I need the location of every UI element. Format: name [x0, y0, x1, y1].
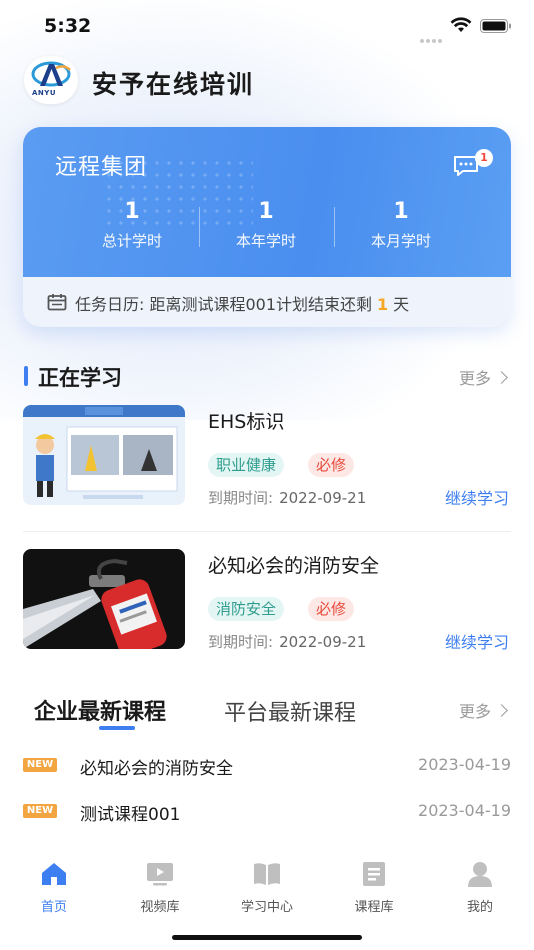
app-title: 安予在线培训: [92, 70, 255, 99]
user-icon: [468, 862, 492, 887]
stat-label: 本月学时: [370, 232, 431, 250]
stat-divider: [199, 207, 200, 247]
more-label: 更多: [458, 702, 491, 721]
category-tag: 职业健康: [208, 453, 285, 477]
required-tag: 必修: [308, 453, 355, 477]
stats-card: 远程集团 1 1 总计学时 1 本年学时 1 本月学时 任务日历: 距离测试课程: [23, 127, 511, 327]
tab-label: 首页: [40, 900, 67, 915]
stat-month-hours: 1 本月学时: [336, 199, 466, 251]
news-date: 2023-04-19: [418, 801, 511, 820]
chevron-right-icon: [495, 704, 508, 717]
tab-label: 学习中心: [240, 900, 293, 915]
stat-year-hours: 1 本年学时: [201, 199, 331, 251]
tab-platform-latest[interactable]: 平台最新课程: [224, 695, 356, 727]
news-date: 2023-04-19: [418, 755, 511, 774]
task-days: 1: [377, 295, 389, 314]
row-divider: [23, 531, 511, 532]
active-tab-indicator: [99, 726, 135, 730]
video-icon: [147, 863, 173, 886]
due-info: 到期时间: 2022-09-21: [208, 487, 366, 508]
required-tag: 必修: [308, 597, 355, 621]
chevron-right-icon: [495, 371, 508, 384]
status-time: 5:32: [44, 15, 92, 37]
due-date: 2022-09-21: [279, 633, 367, 651]
ehs-thumbnail-image: [23, 405, 185, 505]
new-badge: NEW: [23, 758, 57, 772]
section-title: 正在学习: [38, 366, 122, 390]
due-date: 2022-09-21: [279, 489, 367, 507]
task-prefix: 任务日历: 距离测试课程001计划结束还剩: [75, 295, 373, 314]
stat-value: 1: [258, 199, 274, 224]
course-card[interactable]: EHS标识 职业健康 必修 到期时间: 2022-09-21 继续学习: [23, 405, 511, 517]
tab-learning-center[interactable]: 学习中心: [227, 860, 307, 915]
learning-more-link[interactable]: 更多: [458, 365, 508, 389]
due-info: 到期时间: 2022-09-21: [208, 631, 366, 652]
learning-section-header: 正在学习 更多: [24, 362, 510, 392]
latest-more-link[interactable]: 更多: [458, 698, 508, 722]
anyu-logo-mark: [31, 61, 71, 87]
tab-video-library[interactable]: 视频库: [120, 860, 200, 915]
due-label: 到期时间:: [208, 633, 274, 651]
calendar-icon: [47, 294, 67, 311]
tab-label: 视频库: [140, 900, 180, 915]
tab-enterprise-latest[interactable]: 企业最新课程: [34, 694, 166, 726]
continue-learning-button[interactable]: 继续学习: [445, 629, 509, 653]
tab-label: 课程库: [354, 900, 394, 915]
app-logo: ANYU: [24, 56, 78, 104]
tab-mine[interactable]: 我的: [440, 860, 520, 915]
list-item[interactable]: NEW 必知必会的消防安全 2023-04-19: [23, 752, 511, 779]
stat-total-hours: 1 总计学时: [67, 199, 197, 251]
stats-panel: 远程集团 1 1 总计学时 1 本年学时 1 本月学时: [23, 127, 511, 277]
latest-courses-tabs: 企业最新课程 平台最新课程 更多: [24, 690, 510, 734]
home-indicator: [172, 935, 362, 940]
logo-text: ANYU: [32, 89, 57, 97]
book-icon: [254, 863, 280, 885]
task-suffix: 天: [393, 295, 410, 314]
task-calendar-row[interactable]: 任务日历: 距离测试课程001计划结束还剩 1 天: [23, 277, 511, 327]
status-bar: 5:32: [0, 0, 534, 50]
course-icon: [363, 862, 385, 886]
task-text: 任务日历: 距离测试课程001计划结束还剩 1 天: [75, 291, 409, 315]
continue-learning-button[interactable]: 继续学习: [445, 485, 509, 509]
stat-divider: [334, 207, 335, 247]
stat-value: 1: [393, 199, 409, 224]
due-label: 到期时间:: [208, 489, 274, 507]
home-icon: [42, 863, 66, 885]
wifi-icon: [450, 17, 472, 32]
message-count-badge: 1: [475, 149, 493, 167]
news-title[interactable]: 测试课程001: [80, 800, 180, 825]
section-accent-bar: [24, 366, 28, 386]
fire-extinguisher-image: [23, 549, 185, 649]
course-title[interactable]: EHS标识: [208, 407, 284, 434]
new-badge: NEW: [23, 804, 57, 818]
stat-value: 1: [124, 199, 140, 224]
stat-label: 本年学时: [235, 232, 296, 250]
course-title[interactable]: 必知必会的消防安全: [208, 551, 379, 578]
stat-label: 总计学时: [101, 232, 162, 250]
company-name: 远程集团: [55, 155, 148, 180]
list-item[interactable]: NEW 测试课程001 2023-04-19: [23, 798, 511, 825]
tab-label: 我的: [466, 900, 493, 915]
course-card[interactable]: 必知必会的消防安全 消防安全 必修 到期时间: 2022-09-21 继续学习: [23, 549, 511, 661]
course-thumbnail-fire[interactable]: [23, 549, 185, 649]
tab-course-library[interactable]: 课程库: [334, 860, 414, 915]
tab-home[interactable]: 首页: [14, 860, 94, 915]
battery-icon: [480, 19, 511, 33]
app-header: ANYU 安予在线培训: [24, 56, 504, 106]
news-title[interactable]: 必知必会的消防安全: [80, 754, 233, 779]
category-tag: 消防安全: [208, 597, 285, 621]
cellular-signal-icon: [420, 28, 444, 47]
more-label: 更多: [458, 369, 491, 388]
course-thumbnail-ehs[interactable]: [23, 405, 185, 505]
